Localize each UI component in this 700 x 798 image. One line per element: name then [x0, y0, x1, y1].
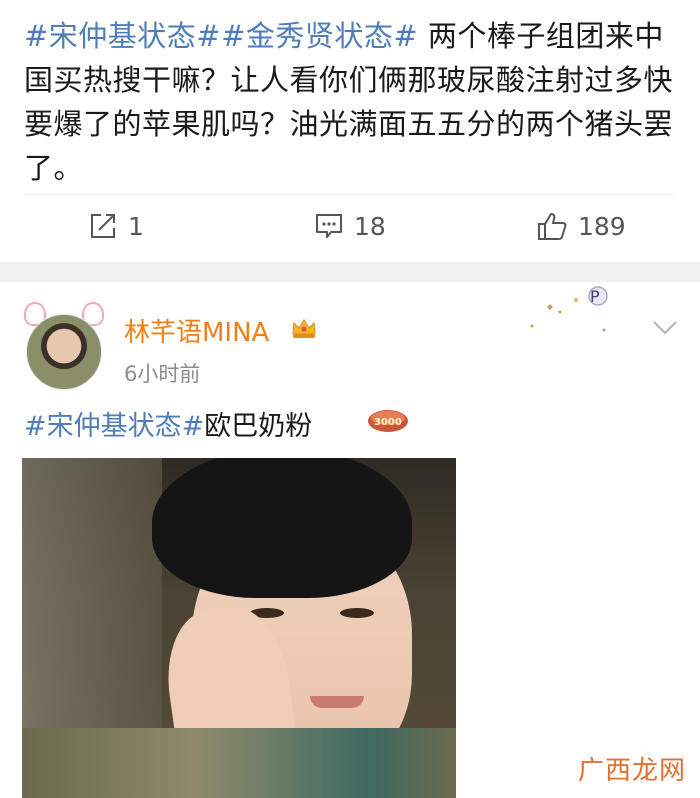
hashtag-song-joong-ki[interactable]: #宋仲基状态#	[24, 411, 204, 442]
like-icon	[538, 213, 567, 240]
post-image[interactable]	[22, 458, 456, 798]
comment-count: 18	[354, 211, 386, 241]
comment-button[interactable]: 18	[314, 211, 386, 241]
vip-crown-icon	[292, 319, 316, 338]
avatar-image	[26, 314, 102, 390]
chevron-down-icon[interactable]	[652, 320, 678, 336]
post-2-body: 欧巴奶粉	[204, 411, 313, 442]
share-button[interactable]: 1	[88, 211, 144, 241]
watermark-logo: 广西龙网	[577, 756, 686, 786]
svg-text:P: P	[590, 287, 600, 306]
user-avatar[interactable]	[22, 302, 108, 394]
username[interactable]: 林芊语MINA	[124, 312, 269, 349]
feed-divider	[0, 262, 700, 282]
hashtag-kim-soo-hyun[interactable]: #金秀贤状态#	[221, 19, 418, 53]
sticker-text: 3000	[374, 417, 402, 428]
post-1-text: #宋仲基状态##金秀贤状态# 两个棒子组团来中国买热搜干嘛？让人看你们俩那玻尿酸…	[24, 14, 674, 190]
like-button[interactable]: 189	[536, 211, 626, 241]
weibo-post-2: P 林芊语MINA 6小时前 #宋仲基状态#欧巴奶粉 3000	[0, 282, 700, 798]
share-count: 1	[128, 211, 144, 241]
weibo-post-1: #宋仲基状态##金秀贤状态# 两个棒子组团来中国买热搜干嘛？让人看你们俩那玻尿酸…	[0, 0, 700, 262]
comment-icon	[316, 214, 342, 238]
like-count: 189	[578, 211, 626, 241]
share-icon	[91, 214, 115, 238]
post-2-text: #宋仲基状态#欧巴奶粉	[24, 404, 312, 443]
decoration-sparkle-icon: P	[520, 282, 650, 352]
post-1-action-bar: 1 18 189	[24, 194, 676, 263]
sticker-3000-icon: 3000	[368, 410, 408, 432]
post-timestamp: 6小时前	[124, 362, 201, 386]
hashtag-song-joong-ki[interactable]: #宋仲基状态#	[24, 19, 221, 53]
